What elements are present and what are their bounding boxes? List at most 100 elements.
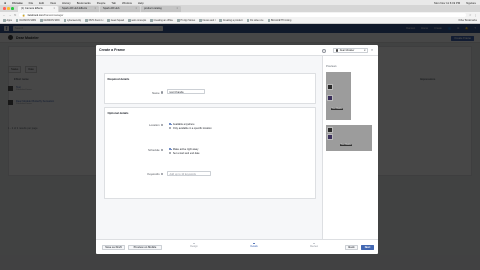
bookmark[interactable]: Geek Squad — [107, 19, 124, 22]
menubar-clock[interactable]: Mon Nov 11 6:19 PM — [434, 1, 460, 5]
bookmark[interactable]: web concepts — [128, 19, 146, 22]
dialog-title: Create a Frame — [99, 48, 125, 52]
bookmark[interactable]: DANSON SRN — [40, 19, 60, 22]
keywords-input[interactable]: Add up to 10 keywords — [167, 170, 211, 176]
frame-name-input[interactable]: test Chanda — [167, 89, 205, 94]
preview-portrait[interactable]: Dear Modeler — [326, 72, 351, 120]
field-label: Schedule — [147, 148, 160, 152]
bookmark[interactable]: Apps — [3, 19, 12, 22]
tab-label: product catalog — [144, 7, 162, 10]
bookmark[interactable]: Nexus and I — [199, 19, 215, 22]
name-label: Name i — [111, 91, 163, 95]
menu-people[interactable]: People — [97, 1, 106, 5]
menu-edit[interactable]: Edit — [39, 1, 44, 5]
url-host: facebook.com — [27, 13, 44, 17]
account-selector[interactable]: Dear Modeler ▾ — [333, 48, 368, 53]
bookmark-favicon-icon — [199, 19, 202, 22]
other-bookmarks[interactable]: Other Bookmarks — [458, 19, 477, 22]
bookmark[interactable]: Hi App Stores — [177, 19, 195, 22]
bookmark-label: web concepts — [131, 19, 147, 22]
back-button[interactable]: Back — [345, 244, 358, 250]
bookmark[interactable]: DANSON SRIN — [15, 19, 36, 22]
bookmark-favicon-icon — [267, 19, 271, 22]
radio-selected-icon — [169, 122, 172, 126]
frame-preview-image — [327, 95, 333, 101]
tab-label: Spark AR Hub — [103, 7, 120, 10]
bookmark[interactable]: Do video cre — [246, 19, 264, 22]
close-tab-icon[interactable]: × — [176, 7, 178, 11]
menu-tab[interactable]: Tab — [111, 1, 116, 5]
forward-icon[interactable]: → — [9, 14, 12, 17]
bookmark-label: Do video cre — [250, 19, 264, 22]
preview-mobile-button[interactable]: Preview on Mobile — [128, 244, 162, 250]
menu-view[interactable]: View — [50, 1, 56, 5]
bookmark-favicon-icon — [107, 19, 110, 22]
menu-file[interactable]: File — [29, 1, 34, 5]
minimize-window-icon[interactable] — [7, 7, 10, 10]
url-path: /frames/manager — [43, 13, 64, 17]
location-anywhere-radio[interactable]: Available anywhere — [169, 123, 195, 126]
lock-icon: 🔒 — [22, 13, 26, 17]
previews-panel: Previews Dear Modeler Dear Modeler — [322, 56, 378, 239]
step-review[interactable]: Review — [299, 242, 329, 249]
bookmark[interactable]: Bitcoin/ETH mining — [267, 19, 291, 22]
menu-dots-icon[interactable]: ⋮ — [474, 14, 477, 17]
bookmark[interactable]: cybersecurity — [63, 19, 81, 22]
schedule-now-radio[interactable]: Make active right away — [169, 148, 198, 151]
bookmark-favicon-icon — [40, 19, 43, 22]
schedule-label: Schedule i — [111, 148, 163, 152]
menubar-user[interactable]: Ngulore — [466, 1, 476, 5]
reload-icon[interactable]: ↻ — [14, 14, 16, 17]
close-window-icon[interactable] — [3, 7, 6, 10]
bookmark[interactable]: Creating a product — [219, 19, 243, 22]
menu-window[interactable]: Window — [122, 1, 132, 5]
bookmark-favicon-icon — [219, 19, 222, 22]
location-label: Location i — [111, 123, 163, 127]
save-draft-button[interactable]: Save as Draft — [102, 244, 125, 250]
url-field[interactable]: 🔒 facebook.com/frames/manager — [19, 12, 467, 18]
step-details[interactable]: Details — [239, 242, 269, 248]
schedule-dates-radio[interactable]: Set a start and end date — [169, 152, 200, 155]
app-menu[interactable]: Chrome — [12, 1, 23, 5]
tab-label: Spark AR Hub Effects — [62, 7, 88, 10]
step-dot-icon — [193, 242, 195, 245]
step-label: Design — [190, 245, 198, 249]
bookmark-favicon-icon — [246, 19, 250, 22]
menu-bookmarks[interactable]: Bookmarks — [77, 1, 91, 5]
bookmark-favicon-icon — [63, 19, 67, 22]
step-design[interactable]: Design — [179, 242, 209, 249]
close-icon[interactable]: × — [371, 48, 373, 52]
field-label: Name — [152, 90, 160, 95]
radio-unselected-icon — [169, 126, 172, 130]
close-tab-icon[interactable]: × — [53, 7, 55, 11]
back-icon[interactable]: ← — [3, 14, 6, 17]
menu-history[interactable]: History — [62, 1, 71, 5]
dialog-header: Create a Frame ? Dear Modeler ▾ × — [96, 45, 378, 56]
dialog-footer: Save as Draft Preview on Mobile Design D… — [96, 239, 378, 254]
apple-icon[interactable]: ● — [4, 1, 6, 5]
zoom-window-icon[interactable] — [11, 7, 14, 10]
close-tab-icon[interactable]: × — [135, 7, 137, 11]
info-icon[interactable]: i — [160, 123, 163, 127]
next-button[interactable]: Next — [361, 244, 374, 250]
step-label: Review — [310, 245, 318, 249]
info-icon[interactable]: i — [160, 91, 163, 94]
bookmark[interactable]: Creating an offline — [150, 19, 173, 22]
bookmark[interactable]: 6670 Zoom Li — [85, 19, 103, 22]
menu-help[interactable]: Help — [138, 1, 144, 5]
close-tab-icon[interactable]: × — [94, 7, 96, 11]
field-label: Keywords — [147, 172, 160, 176]
location-specific-radio[interactable]: Only available in a specific location — [169, 127, 212, 130]
bookmark-label: Creating a product — [222, 19, 243, 22]
preview-landscape[interactable]: Dear Modeler — [326, 125, 372, 151]
info-icon[interactable]: i — [160, 172, 163, 176]
section-title: Optional details — [107, 110, 129, 115]
bookmark-favicon-icon — [3, 19, 6, 22]
help-icon[interactable]: ? — [322, 48, 326, 53]
bookmark-label: Other Bookmarks — [458, 19, 477, 22]
info-icon[interactable]: i — [160, 148, 163, 152]
window-controls — [3, 7, 14, 10]
frame-preview-image — [327, 134, 333, 140]
star-icon[interactable]: ☆ — [469, 14, 471, 17]
preview-caption: Dear Modeler — [340, 144, 353, 147]
